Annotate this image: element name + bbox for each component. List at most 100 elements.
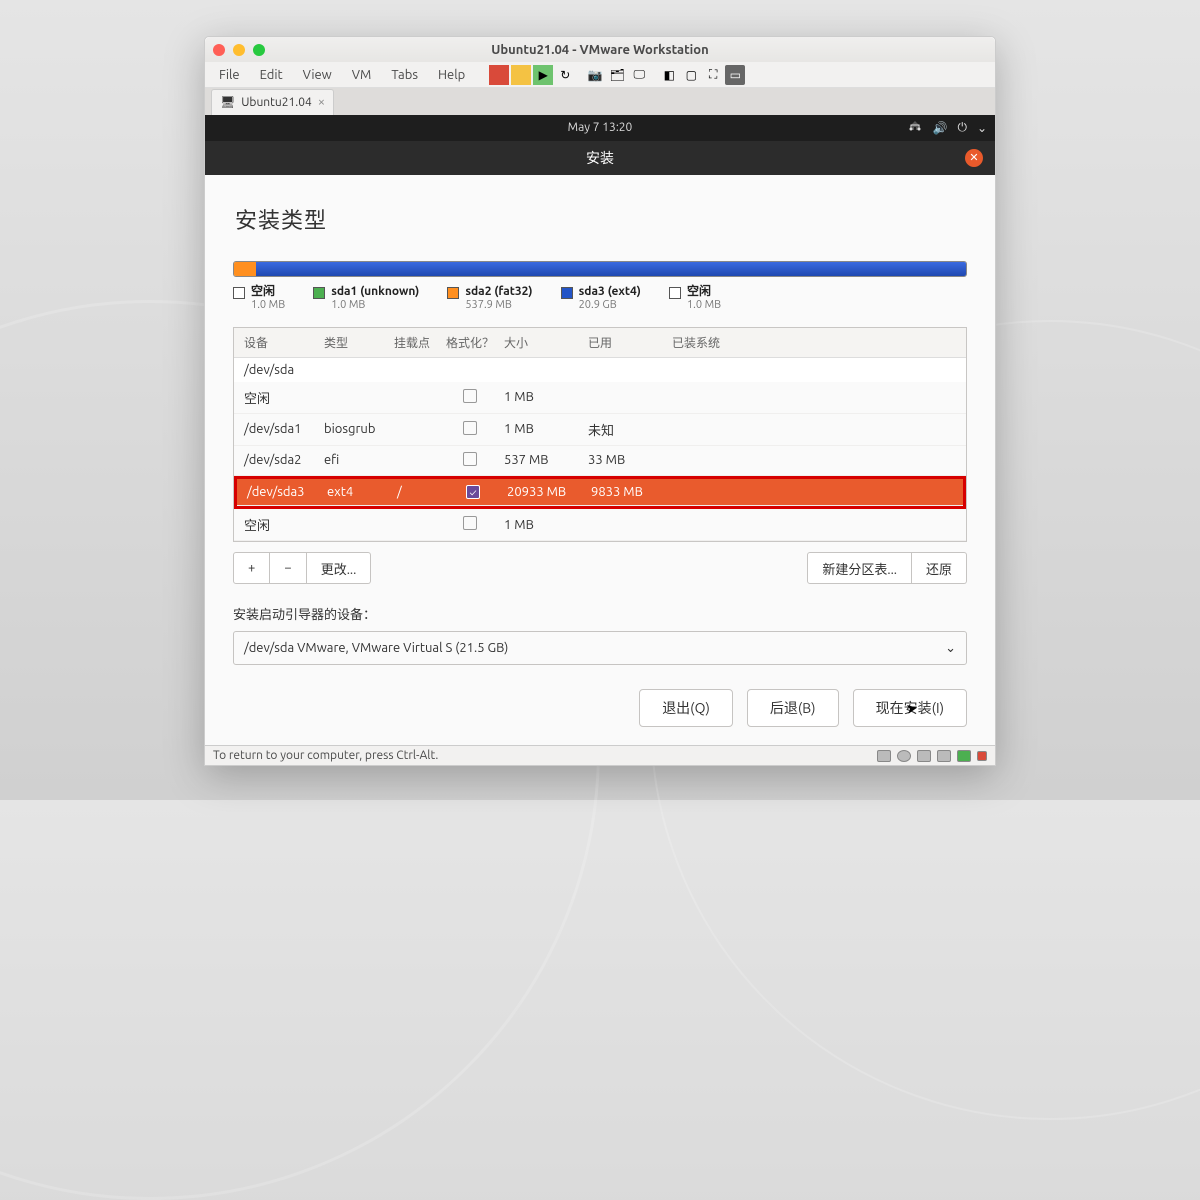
network-icon[interactable] (908, 120, 922, 135)
power-menu-icon[interactable]: ⏻ (957, 121, 967, 135)
col-format[interactable]: 格式化？ (440, 328, 500, 357)
bootloader-select[interactable]: /dev/sda VMware, VMware Virtual S (21.5 … (233, 631, 967, 665)
col-device[interactable]: 设备 (234, 328, 320, 357)
col-type[interactable]: 类型 (320, 328, 390, 357)
fullscreen-icon[interactable]: ⛶ (703, 65, 723, 85)
menu-help[interactable]: Help (430, 65, 473, 85)
installer-close-button[interactable]: ✕ (965, 149, 983, 167)
col-mount[interactable]: 挂载点 (390, 328, 440, 357)
cell-format[interactable] (440, 415, 500, 444)
table-row[interactable]: /dev/sda2 efi 537 MB 33 MB (234, 446, 966, 476)
revert-button[interactable]: 还原 (912, 552, 967, 584)
unity-icon[interactable]: ◧ (659, 65, 679, 85)
thumb-icon[interactable]: ▢ (681, 65, 701, 85)
cell-device: 空闲 (234, 509, 320, 540)
cell-used: 未知 (584, 414, 668, 445)
col-size[interactable]: 大小 (500, 328, 584, 357)
cell-format[interactable] (440, 510, 500, 539)
bootloader-label: 安装启动引导器的设备： (233, 604, 967, 623)
chevron-down-icon[interactable]: ⌄ (977, 121, 987, 135)
vmware-title: Ubuntu21.04 - VMware Workstation (205, 43, 995, 57)
snapshot-icon[interactable]: 📷 (585, 65, 605, 85)
cell-device: /dev/sda2 (234, 447, 320, 473)
cycle-icon[interactable]: ↻ (555, 65, 575, 85)
vmware-titlebar[interactable]: Ubuntu21.04 - VMware Workstation (205, 37, 995, 62)
vmware-menubar: File Edit View VM Tabs Help ▶ ↻ 📷 🗂 🖵 ◧ … (205, 62, 995, 87)
record-icon[interactable] (977, 751, 987, 761)
vm-tab-close-icon[interactable]: × (318, 95, 325, 109)
vmware-window: Ubuntu21.04 - VMware Workstation File Ed… (204, 36, 996, 766)
vm-tab-icon: 🖥 (220, 95, 235, 109)
partition-legend: 空闲1.0 MB sda1 (unknown)1.0 MB sda2 (fat3… (233, 285, 967, 313)
install-now-button[interactable]: 现在安装(I) ➤ (853, 689, 967, 727)
cell-mount (390, 423, 440, 435)
partition-segment-sda3[interactable] (256, 262, 966, 276)
cd-icon[interactable] (897, 750, 911, 762)
table-row[interactable]: 空闲 1 MB (234, 382, 966, 414)
bootloader-value: /dev/sda VMware, VMware Virtual S (21.5 … (244, 641, 508, 655)
change-partition-button[interactable]: 更改... (307, 552, 372, 584)
partition-segment-sda2[interactable] (234, 262, 256, 276)
remove-partition-button[interactable]: − (270, 552, 306, 584)
partition-table-header: 设备 类型 挂载点 格式化？ 大小 已用 已装系统 (234, 328, 966, 358)
network-adapter-icon[interactable] (917, 750, 931, 762)
vm-tab-label: Ubuntu21.04 (241, 96, 312, 109)
vmware-tabbar: 🖥 Ubuntu21.04 × (205, 88, 995, 115)
menu-edit[interactable]: Edit (252, 65, 291, 85)
gnome-topbar[interactable]: May 7 13:20 🔊 ⏻ ⌄ (205, 115, 995, 141)
menu-tabs[interactable]: Tabs (383, 65, 426, 85)
cell-used: 9833 MB (587, 479, 671, 505)
window-maximize-button[interactable] (253, 44, 265, 56)
table-row-selected[interactable]: /dev/sda3 ext4 / ✓ 20933 MB 9833 MB (237, 479, 963, 507)
cell-size: 1 MB (500, 384, 584, 410)
legend-sda1: sda1 (unknown)1.0 MB (313, 285, 419, 313)
snapmgr-icon[interactable]: 🗂 (607, 65, 627, 85)
cell-type: efi (320, 447, 390, 473)
hdd-icon[interactable] (877, 750, 891, 762)
window-minimize-button[interactable] (233, 44, 245, 56)
col-used[interactable]: 已用 (584, 328, 668, 357)
legend-free-1: 空闲1.0 MB (233, 285, 285, 313)
cell-format[interactable]: ✓ (443, 479, 503, 506)
cell-mount (390, 519, 440, 531)
back-button[interactable]: 后退(B) (747, 689, 839, 727)
screen-icon[interactable]: 🖵 (629, 65, 649, 85)
cell-mount (390, 391, 440, 403)
power-icon[interactable] (489, 65, 509, 85)
installer-title: 安装 (586, 148, 614, 168)
installer-actions: 退出(Q) 后退(B) 现在安装(I) ➤ (233, 689, 967, 727)
status-hint: To return to your computer, press Ctrl-A… (213, 749, 438, 762)
cell-device: /dev/sda1 (234, 416, 320, 442)
partition-table: 设备 类型 挂载点 格式化？ 大小 已用 已装系统 /dev/sda 空闲 1 … (233, 327, 967, 543)
fullguest-icon[interactable]: ▭ (725, 65, 745, 85)
partition-strip[interactable] (233, 261, 967, 277)
add-partition-button[interactable]: + (233, 552, 270, 584)
window-close-button[interactable] (213, 44, 225, 56)
table-row[interactable]: 空闲 1 MB (234, 509, 966, 541)
partition-group-row[interactable]: /dev/sda (234, 358, 966, 382)
legend-swatch (313, 287, 325, 299)
volume-icon[interactable]: 🔊 (932, 121, 947, 135)
cell-format[interactable] (440, 446, 500, 475)
col-system[interactable]: 已装系统 (668, 328, 966, 357)
new-partition-table-button[interactable]: 新建分区表... (807, 552, 912, 584)
menu-view[interactable]: View (295, 65, 340, 85)
guest-os-area: May 7 13:20 🔊 ⏻ ⌄ 安装 ✕ 安装类型 (205, 115, 995, 745)
printer-icon[interactable] (937, 750, 951, 762)
sound-icon[interactable] (957, 750, 971, 762)
vmware-statusbar: To return to your computer, press Ctrl-A… (205, 745, 995, 765)
cell-type (320, 519, 390, 531)
cell-used (584, 519, 668, 531)
menu-vm[interactable]: VM (344, 65, 380, 85)
quit-button[interactable]: 退出(Q) (639, 689, 733, 727)
chevron-down-icon: ⌄ (945, 641, 956, 656)
cell-format[interactable] (440, 383, 500, 412)
cell-size: 1 MB (500, 416, 584, 442)
vmware-device-icons (877, 750, 987, 762)
menu-file[interactable]: File (211, 65, 248, 85)
play-icon[interactable]: ▶ (533, 65, 553, 85)
table-row[interactable]: /dev/sda1 biosgrub 1 MB 未知 (234, 414, 966, 446)
vm-tab[interactable]: 🖥 Ubuntu21.04 × (211, 89, 334, 115)
pause-icon[interactable] (511, 65, 531, 85)
legend-swatch (561, 287, 573, 299)
